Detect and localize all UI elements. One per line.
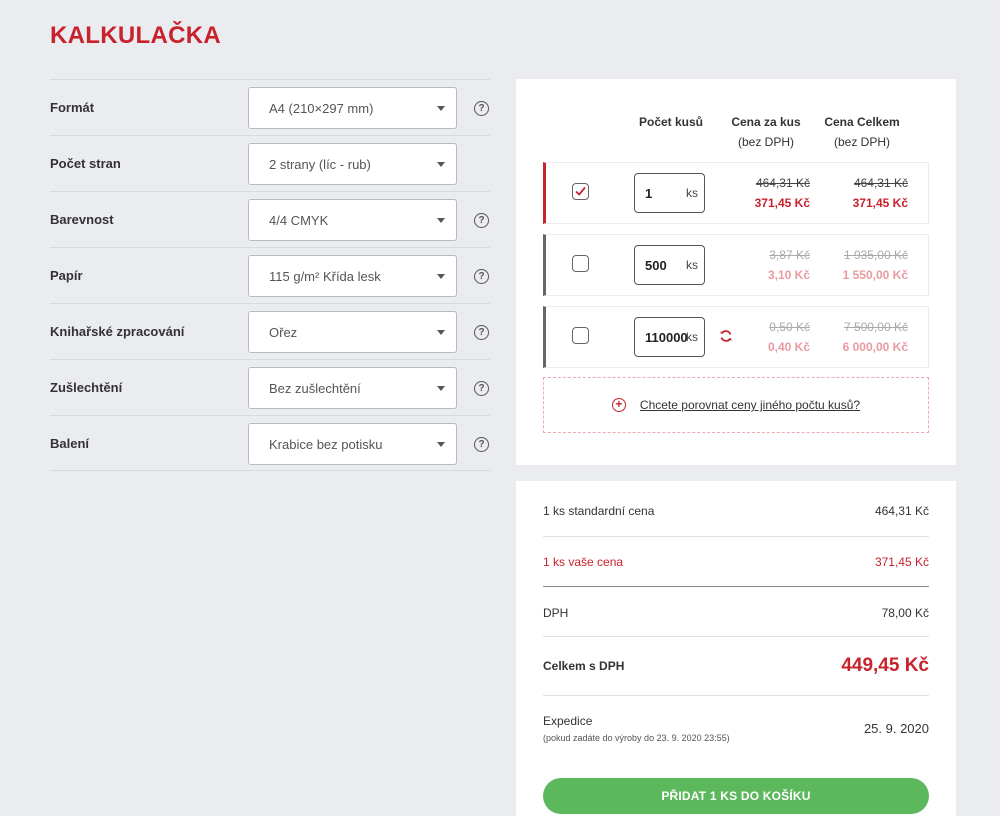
vat-value: 78,00 Kč [881, 606, 929, 620]
form-row-pages: Počet stran 2 strany (líc - rub) [50, 135, 490, 191]
form-row-binding: Knihařské zpracování Ořez ? [50, 303, 490, 359]
total-price-old: 464,31 Kč [853, 176, 908, 190]
vat-row: DPH 78,00 Kč [543, 606, 929, 620]
form-row-packaging: Balení Krabice bez potisku ? [50, 415, 490, 471]
total-price-old: 7 500,00 Kč [843, 320, 908, 334]
paper-value: 115 g/m² Křída lesk [269, 268, 381, 284]
help-icon[interactable]: ? [474, 269, 489, 284]
chevron-down-icon [437, 162, 445, 167]
standard-price-value: 464,31 Kč [874, 504, 929, 518]
paper-label: Papír [50, 268, 83, 283]
total-price-new: 1 550,00 Kč [842, 268, 908, 282]
form-row-color: Barevnost 4/4 CMYK ? [50, 191, 490, 247]
total-row: Celkem s DPH 449,45 Kč [543, 655, 929, 677]
form-row-finishing: Zušlechtění Bez zušlechtění ? [50, 359, 490, 415]
quantity-row[interactable]: 500 ks 3,87 Kč 3,10 Kč 1 935,00 Kč 1 550,… [543, 234, 929, 296]
finishing-value: Bez zušlechtění [269, 380, 361, 396]
summary-card: 1 ks standardní cena 464,31 Kč 1 ks vaše… [516, 481, 956, 816]
unit-price-new: 3,10 Kč [767, 268, 810, 282]
help-icon[interactable]: ? [474, 437, 489, 452]
color-select[interactable]: 4/4 CMYK [248, 199, 457, 241]
color-value: 4/4 CMYK [269, 212, 329, 228]
expedition-note: (pokud zadáte do výroby do 23. 9. 2020 2… [543, 733, 730, 743]
col-header-unit-price: Cena za kus (bez DPH) [731, 115, 801, 149]
your-price-value: 371,45 Kč [874, 555, 929, 569]
packaging-value: Krabice bez potisku [269, 436, 383, 452]
packaging-label: Balení [50, 435, 90, 451]
divider [543, 586, 929, 587]
form-row-paper: Papír 115 g/m² Křída lesk ? [50, 247, 490, 303]
help-icon[interactable]: ? [474, 213, 489, 228]
color-label: Barevnost [50, 212, 114, 227]
unit-price-old: 0,50 Kč [769, 320, 810, 334]
pages-select[interactable]: 2 strany (líc - rub) [248, 143, 457, 185]
quantity-input[interactable]: 110000 ks [634, 317, 705, 357]
chevron-down-icon [437, 386, 445, 391]
expedition-info: Expedice (pokud zadáte do výroby do 23. 9… [543, 714, 730, 743]
quantity-input[interactable]: 500 ks [634, 245, 705, 285]
quantity-price-card: Počet kusů Cena za kus (bez DPH) Cena Cel… [516, 79, 956, 465]
quantity-input[interactable]: 1 ks [634, 173, 705, 213]
quantity-row[interactable]: 110000 ks 0,50 Kč 0,40 Kč 7 500,00 Kč 6 0… [543, 306, 929, 368]
chevron-down-icon [437, 330, 445, 335]
help-icon[interactable]: ? [474, 101, 489, 116]
unit-price-old: 464,31 Kč [755, 176, 810, 190]
compare-quantity-button[interactable]: + Chcete porovnat ceny jiného počtu kusů… [543, 377, 929, 433]
paper-select[interactable]: 115 g/m² Křída lesk [248, 255, 457, 297]
divider [543, 536, 929, 537]
format-label: Formát [50, 100, 95, 115]
compare-link[interactable]: Chcete porovnat ceny jiného počtu kusů? [640, 398, 860, 412]
your-price-label: 1 ks vaše cena [543, 555, 624, 569]
row-checkbox[interactable] [572, 327, 589, 344]
add-to-cart-button[interactable]: PŘIDAT 1 KS DO KOŠÍKU [543, 778, 929, 814]
divider [543, 695, 929, 696]
total-label: Celkem s DPH [543, 659, 625, 673]
binding-select[interactable]: Ořez [248, 311, 457, 353]
help-icon[interactable]: ? [474, 381, 489, 396]
pages-label: Počet stran [50, 156, 121, 171]
config-form: Formát A4 (210×297 mm) ? Počet stran 2 s… [50, 79, 490, 471]
total-price-new: 6 000,00 Kč [842, 340, 908, 354]
binding-value: Ořez [269, 324, 298, 340]
page-title: KALKULAČKA [50, 22, 221, 49]
quantity-row[interactable]: 1 ks 464,31 Kč 371,45 Kč 464,31 Kč 371,45… [543, 162, 929, 224]
unit-price-new: 0,40 Kč [767, 340, 810, 354]
standard-price-row: 1 ks standardní cena 464,31 Kč [543, 504, 929, 518]
format-select[interactable]: A4 (210×297 mm) [248, 87, 457, 129]
help-icon[interactable]: ? [474, 325, 489, 340]
pages-value: 2 strany (líc - rub) [269, 156, 371, 172]
expedition-date: 25. 9. 2020 [863, 721, 929, 736]
total-price-old: 1 935,00 Kč [843, 248, 908, 262]
total-value: 449,45 Kč [841, 655, 929, 676]
row-checkbox[interactable] [572, 183, 589, 200]
format-value: A4 (210×297 mm) [269, 100, 374, 116]
checkmark-icon [575, 186, 586, 196]
total-price-new: 371,45 Kč [852, 196, 908, 210]
col-header-total-price: Cena Celkem (bez DPH) [824, 115, 900, 149]
unit-price-new: 371,45 Kč [754, 196, 810, 210]
divider [543, 636, 929, 637]
form-row-format: Formát A4 (210×297 mm) ? [50, 79, 490, 135]
row-checkbox[interactable] [572, 255, 589, 272]
chevron-down-icon [437, 106, 445, 111]
chevron-down-icon [437, 442, 445, 447]
expedition-row: Expedice (pokud zadáte do výroby do 23. 9… [543, 714, 929, 743]
col-header-qty: Počet kusů [638, 115, 704, 129]
unit-price-old: 3,87 Kč [769, 248, 810, 262]
refresh-icon[interactable] [719, 329, 733, 343]
finishing-label: Zušlechtění [50, 380, 123, 395]
packaging-select[interactable]: Krabice bez potisku [248, 423, 457, 465]
binding-label: Knihařské zpracování [50, 324, 185, 339]
chevron-down-icon [437, 218, 445, 223]
your-price-row: 1 ks vaše cena 371,45 Kč [543, 555, 929, 569]
chevron-down-icon [437, 274, 445, 279]
standard-price-label: 1 ks standardní cena [543, 504, 655, 518]
plus-circle-icon: + [611, 398, 626, 412]
vat-label: DPH [543, 606, 569, 620]
expedition-label: Expedice [543, 714, 593, 728]
finishing-select[interactable]: Bez zušlechtění [248, 367, 457, 409]
